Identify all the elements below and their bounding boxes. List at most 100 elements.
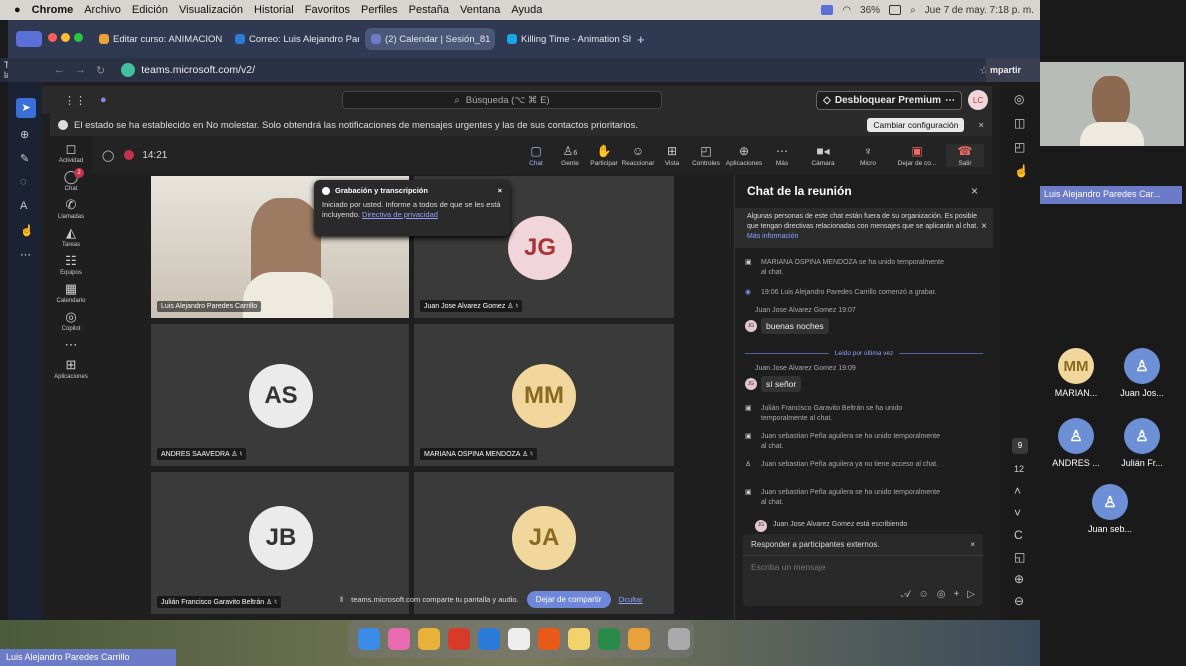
- settings-icon[interactable]: ◎: [1014, 92, 1024, 106]
- chevron-down-icon[interactable]: ˅: [1014, 506, 1021, 520]
- battery-percent[interactable]: 36%: [860, 5, 880, 16]
- participant-thumb[interactable]: MM MARIAN...: [1046, 348, 1106, 398]
- cursor-tool-icon[interactable]: ➤: [16, 98, 36, 118]
- tab-editar-curso[interactable]: Editar curso: ANIMACION DI×: [93, 28, 223, 50]
- zoom-out-icon[interactable]: ⊖: [1014, 594, 1024, 608]
- rail-apps[interactable]: ⊞ Aplicaciones: [50, 358, 92, 381]
- menu-app[interactable]: Chrome: [32, 4, 74, 16]
- minimize-window-button[interactable]: [61, 33, 70, 42]
- premium-button[interactable]: ◇ Desbloquear Premium ⋯: [816, 91, 962, 110]
- outlook-icon[interactable]: [478, 628, 500, 650]
- menu-archivo[interactable]: Archivo: [84, 4, 121, 16]
- zoom-in-icon[interactable]: ⊕: [1014, 572, 1024, 586]
- illustrator-icon[interactable]: [538, 628, 560, 650]
- rail-teams[interactable]: ☷ Equipos: [50, 254, 92, 277]
- stop-sharing-button[interactable]: Dejar de compartir: [526, 590, 611, 608]
- launchpad-icon[interactable]: [388, 628, 410, 650]
- send-icon[interactable]: ▷: [967, 589, 975, 600]
- message-input[interactable]: [751, 562, 971, 572]
- change-settings-button[interactable]: Cambiar configuración: [867, 118, 965, 132]
- menu-ayuda[interactable]: Ayuda: [511, 4, 542, 16]
- wifi-icon[interactable]: ◠: [842, 5, 851, 16]
- screen-share-icon[interactable]: [821, 5, 834, 15]
- app-grid-icon[interactable]: ⋮⋮: [64, 94, 86, 107]
- close-icon[interactable]: ×: [970, 540, 975, 549]
- forward-icon[interactable]: →: [75, 64, 86, 76]
- more-icon[interactable]: ⋯: [945, 95, 955, 106]
- close-window-button[interactable]: [48, 33, 57, 42]
- self-video[interactable]: [1040, 62, 1184, 146]
- note-icon[interactable]: ◫: [1014, 116, 1025, 130]
- zoom-tool-icon[interactable]: ⊕: [20, 128, 29, 141]
- camera-button[interactable]: ■◂ Cámara: [800, 144, 846, 167]
- more-button[interactable]: ⋯ Más: [766, 144, 798, 167]
- close-icon[interactable]: ×: [971, 184, 978, 198]
- rail-tasks[interactable]: ◭ Tareas: [50, 226, 92, 249]
- search-icon[interactable]: ⌕: [910, 5, 916, 16]
- excel-icon[interactable]: [598, 628, 620, 650]
- rail-calls[interactable]: ✆ Llamadas: [50, 198, 92, 221]
- participant-thumb[interactable]: ♙ Juan Jos...: [1112, 348, 1172, 398]
- menu-favoritos[interactable]: Favoritos: [305, 4, 350, 16]
- share-button[interactable]: mpartir: [986, 58, 1040, 82]
- refresh-icon[interactable]: C: [1014, 528, 1023, 542]
- add-icon[interactable]: +: [953, 589, 959, 600]
- text-tool-icon[interactable]: A: [20, 200, 27, 212]
- stop-sharing-button[interactable]: ▣ Dejar de co...: [890, 144, 944, 167]
- more-tools-icon[interactable]: ⋯: [20, 248, 31, 261]
- reload-icon[interactable]: ↻: [96, 64, 105, 77]
- acrobat-icon[interactable]: [448, 628, 470, 650]
- react-button[interactable]: ☺ Reaccionar: [622, 144, 655, 167]
- privacy-link[interactable]: Directiva de privacidad: [362, 210, 438, 219]
- close-icon[interactable]: ×: [978, 120, 984, 131]
- close-icon[interactable]: ×: [498, 186, 502, 195]
- menu-ventana[interactable]: Ventana: [460, 4, 500, 16]
- more-info-link[interactable]: Más información: [747, 233, 798, 240]
- doc-icon[interactable]: ◱: [1014, 550, 1025, 564]
- notes-icon[interactable]: [568, 628, 590, 650]
- tab-calendar[interactable]: (2) Calendar | Sesión_81×: [365, 28, 495, 50]
- mic-button[interactable]: ♆ Micro: [848, 144, 888, 167]
- menu-historial[interactable]: Historial: [254, 4, 294, 16]
- video-tile[interactable]: AS ANDRES SAAVEDRA ♙ ♮: [151, 324, 409, 466]
- rail-more[interactable]: ⋯: [50, 338, 92, 352]
- chat-message[interactable]: JG buenas noches: [745, 318, 829, 334]
- apps-button[interactable]: ⊕ Aplicaciones: [724, 144, 764, 167]
- raise-hand-button[interactable]: ✋ Participar: [588, 144, 620, 167]
- controls-button[interactable]: ◰ Controles: [690, 144, 722, 167]
- participant-thumb[interactable]: ♙ ANDRES ...: [1046, 418, 1106, 468]
- clock[interactable]: Jue 7 de may. 7:18 p. m.: [925, 5, 1034, 16]
- menu-pestana[interactable]: Pestaña: [409, 4, 449, 16]
- pointer-tool-icon[interactable]: ☝: [20, 224, 34, 237]
- leave-button[interactable]: ☎ Salir: [946, 143, 984, 167]
- menu-visualizacion[interactable]: Visualización: [179, 4, 243, 16]
- menu-perfiles[interactable]: Perfiles: [361, 4, 398, 16]
- rail-copilot[interactable]: ◎ Copilot: [50, 310, 92, 333]
- video-tile[interactable]: MM MARIANA OSPINA MENDOZA ♙ ♮: [414, 324, 674, 466]
- avatar[interactable]: LC: [968, 90, 988, 110]
- loop-icon[interactable]: ◎: [937, 589, 946, 600]
- rail-chat[interactable]: ◯ 2 Chat: [50, 168, 92, 192]
- apple-icon[interactable]: ●: [14, 4, 21, 16]
- calendar-icon[interactable]: [508, 628, 530, 650]
- finder-icon[interactable]: [358, 628, 380, 650]
- emoji-icon[interactable]: ☺: [919, 589, 929, 600]
- app-icon[interactable]: [628, 628, 650, 650]
- tab-correo[interactable]: Correo: Luis Alejandro Pared×: [229, 28, 359, 50]
- menu-edicion[interactable]: Edición: [132, 4, 168, 16]
- people-button[interactable]: ♙6 Gente: [554, 144, 586, 167]
- url-field[interactable]: teams.microsoft.com/v2/: [115, 61, 261, 79]
- hide-link[interactable]: Ocultar: [619, 595, 643, 604]
- participant-thumb[interactable]: ♙ Julián Fr...: [1112, 418, 1172, 468]
- pointer-icon[interactable]: ☝: [1014, 164, 1029, 178]
- chrome-icon[interactable]: [418, 628, 440, 650]
- chevron-up-icon[interactable]: ˄: [1014, 484, 1021, 498]
- back-icon[interactable]: ←: [54, 64, 65, 76]
- new-tab-icon[interactable]: +: [637, 32, 645, 47]
- trash-icon[interactable]: [668, 628, 690, 650]
- format-icon[interactable]: 𝒜: [901, 589, 910, 600]
- tab-groups-icon[interactable]: [16, 31, 42, 47]
- pen-tool-icon[interactable]: ✎: [20, 152, 29, 165]
- search-input[interactable]: ⌕ Búsqueda (⌥ ⌘ E): [342, 91, 662, 109]
- participant-thumb[interactable]: ♙ Juan seb...: [1080, 484, 1140, 534]
